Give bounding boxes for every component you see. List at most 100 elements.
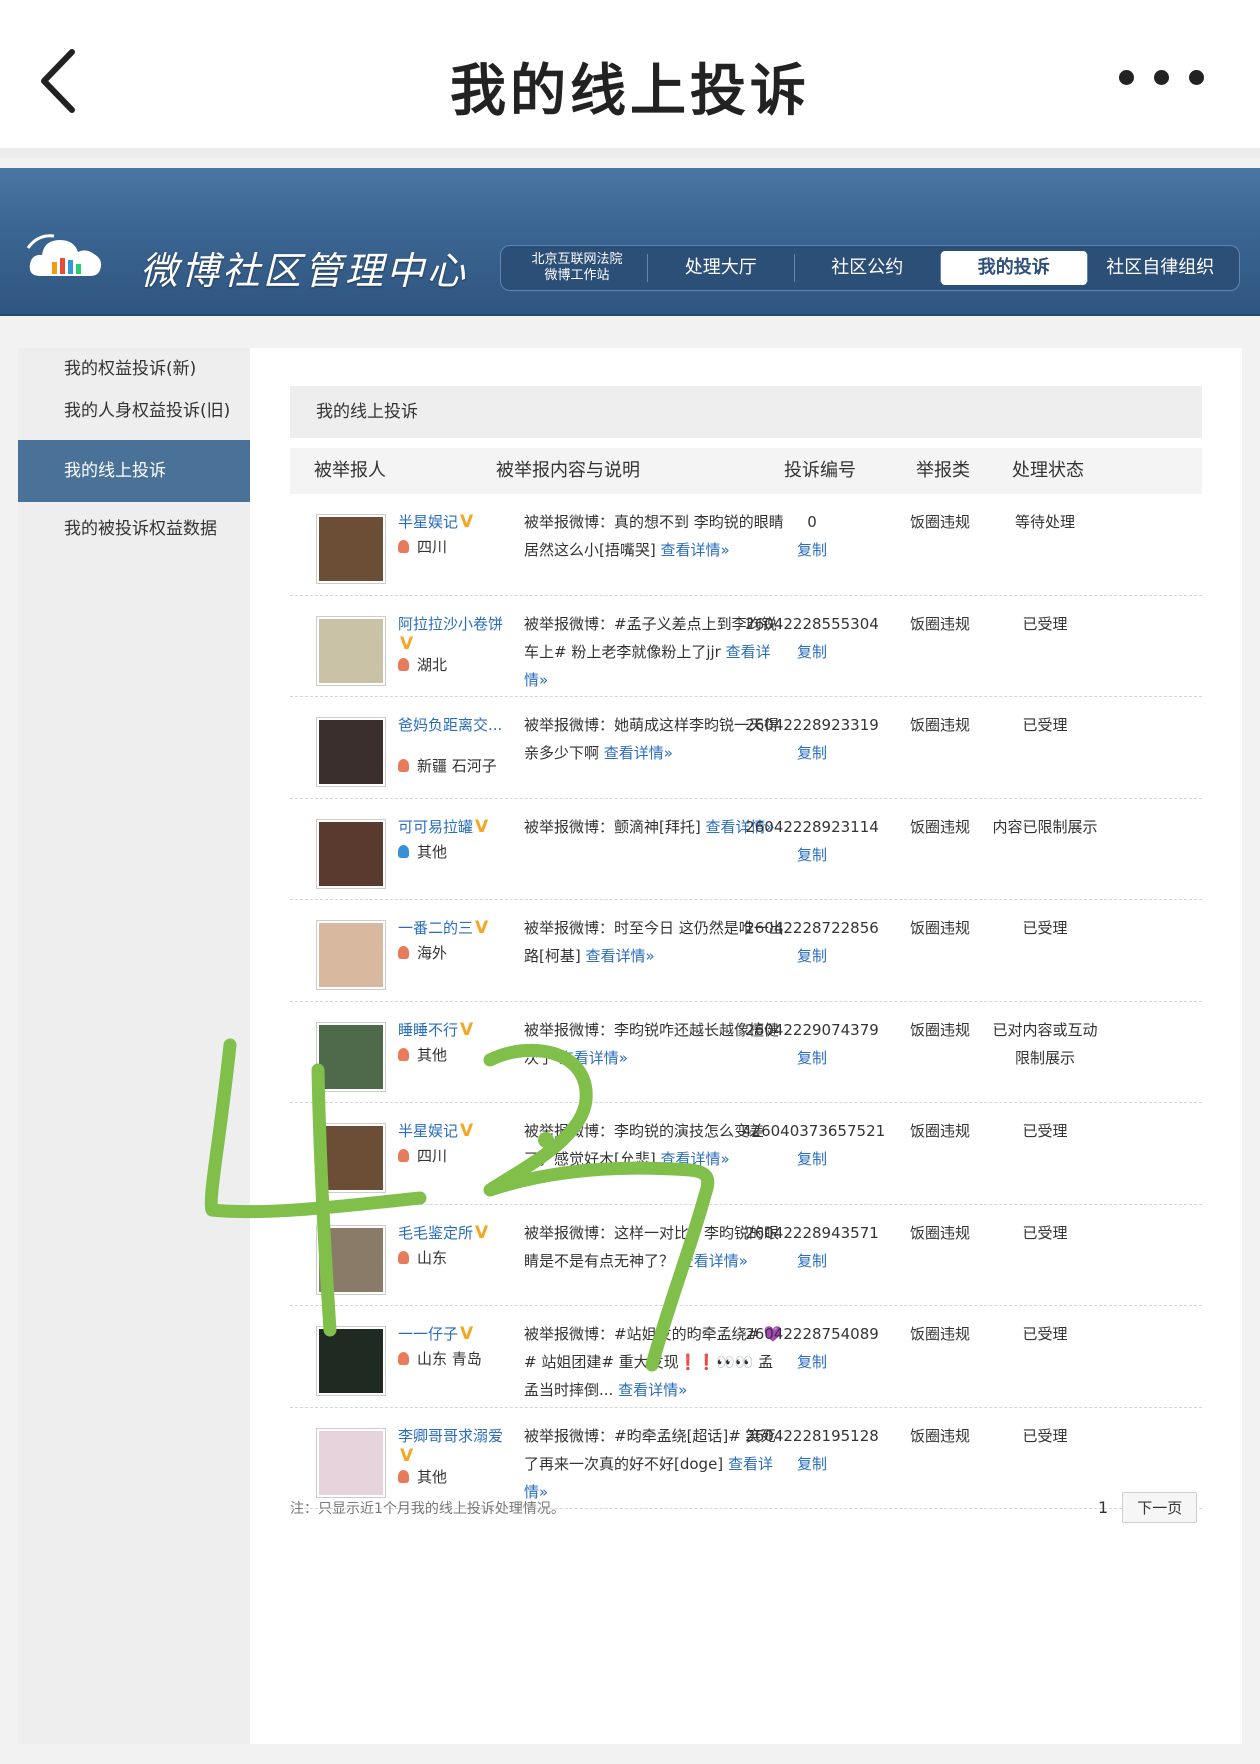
nav-court-link[interactable]: 北京互联网法院 微博工作站 (507, 252, 647, 284)
table-row: 半星娱记 V 四川 被举报微博：真的想不到 李昀锐的眼睛居然这么小[捂嘴哭] 查看详情… (290, 494, 1202, 596)
process-status: 已对内容或互动限制展示 (992, 1020, 1098, 1067)
user-name-text: 一一仔子 (398, 1325, 459, 1343)
nav-convention[interactable]: 社区公约 (795, 251, 941, 285)
report-type: 饭圈违规 (909, 716, 970, 734)
description-text: 被举报微博：颤滴神[拜托] (524, 817, 701, 836)
copy-id-link[interactable]: 复制 (742, 536, 882, 564)
copy-id-link[interactable]: 复制 (742, 1450, 882, 1478)
user-avatar[interactable] (316, 615, 386, 686)
user-avatar[interactable] (316, 1326, 386, 1396)
location-text: 其他 (417, 1467, 448, 1486)
female-user-icon (398, 540, 409, 553)
col-report-type: 举报类 (916, 460, 970, 481)
user-name-text: 李卿哥哥求溺爱 (398, 1426, 504, 1445)
location-text: 海外 (417, 944, 448, 962)
table-row: 一番二的三 V 海外 被举报微博：时至今日 这仍然是唯一出路[柯基] 查看详情» 260… (290, 900, 1202, 1002)
reported-user-name[interactable]: 李卿哥哥求溺爱V (398, 1426, 510, 1466)
user-avatar[interactable] (316, 1224, 386, 1295)
section-heading: 我的线上投诉 (290, 386, 1202, 438)
reported-user-name[interactable]: 阿拉拉沙小卷饼V (398, 614, 510, 654)
nav-hall[interactable]: 处理大厅 (648, 251, 794, 285)
reported-user-name[interactable]: 可可易拉罐 V (398, 817, 510, 837)
female-user-icon (398, 1250, 409, 1264)
user-avatar[interactable] (316, 1123, 386, 1193)
reported-user-name[interactable]: 爸妈负距离交... (398, 715, 510, 735)
sidebar: 我的权益投诉(新) 我的人身权益投诉(旧) 我的线上投诉 我的被投诉权益数据 (18, 348, 250, 1744)
user-avatar[interactable] (316, 717, 386, 787)
view-details-link[interactable]: 查看详情» (604, 744, 673, 762)
user-avatar[interactable] (316, 818, 386, 889)
view-details-link[interactable]: 查看详情» (679, 1252, 748, 1270)
verified-v-icon: V (460, 512, 474, 532)
user-avatar[interactable] (316, 1021, 386, 1092)
report-type: 饭圈违规 (909, 1426, 970, 1445)
reported-user-name[interactable]: 毛毛鉴定所 V (398, 1223, 510, 1243)
process-status: 已受理 (1022, 716, 1068, 734)
copy-id-link[interactable]: 复制 (742, 739, 882, 767)
view-details-link[interactable]: 查看详情» (661, 1150, 730, 1168)
pagination: 1 下一页 (1098, 1492, 1198, 1523)
location-text: 其他 (417, 842, 448, 861)
more-options-icon[interactable] (1119, 70, 1204, 85)
copy-id-link[interactable]: 复制 (742, 841, 882, 869)
view-details-link[interactable]: 查看详情» (559, 1049, 628, 1067)
user-location: 其他 (398, 841, 447, 862)
table-row: 半星娱记 V 四川 被举报微博：李昀锐的演技怎么变差了，感觉好木[允悲] 查看详情» 4… (290, 1103, 1202, 1205)
user-avatar[interactable] (316, 1427, 386, 1498)
female-user-icon (398, 1047, 409, 1061)
sidebar-item-online-complaints[interactable]: 我的线上投诉 (18, 440, 250, 502)
copy-id-link[interactable]: 复制 (742, 1348, 882, 1376)
complaint-id: 426040373657521 (742, 1122, 886, 1140)
copy-id-link[interactable]: 复制 (742, 1247, 882, 1275)
user-avatar[interactable] (316, 920, 386, 990)
cloud-logo-icon (26, 234, 102, 276)
user-location: 四川 (398, 536, 447, 557)
user-name-text: 睡睡不行 (398, 1020, 459, 1039)
female-user-icon (398, 1352, 409, 1365)
banner-title: 微博社区管理中心 (140, 249, 469, 293)
user-location: 其他 (398, 1044, 447, 1065)
verified-v-icon: V (475, 918, 489, 938)
view-details-link[interactable]: 查看详情» (586, 947, 655, 965)
next-page-button[interactable]: 下一页 (1122, 1492, 1198, 1523)
nav-court-line1: 北京互联网法院 (531, 252, 623, 267)
report-type: 饭圈违规 (909, 513, 970, 531)
process-status: 内容已限制展示 (992, 817, 1098, 836)
report-type: 饭圈违规 (909, 919, 970, 937)
location-text: 山东 青岛 (417, 1350, 482, 1368)
user-name-text: 半星娱记 (398, 513, 459, 531)
copy-id-link[interactable]: 复制 (742, 1044, 882, 1072)
report-type: 饭圈违规 (909, 1122, 970, 1140)
reported-user-name[interactable]: 睡睡不行 V (398, 1020, 510, 1040)
reported-user-name[interactable]: 半星娱记 V (398, 1121, 510, 1141)
main-panel: 我的权益投诉(新) 我的人身权益投诉(旧) 我的线上投诉 我的被投诉权益数据 我… (18, 348, 1242, 1744)
female-user-icon (398, 1469, 409, 1483)
reported-user-name[interactable]: 一一仔子 V (398, 1324, 510, 1344)
sidebar-item-complained-data[interactable]: 我的被投诉权益数据 (18, 498, 250, 560)
view-details-link[interactable]: 查看详情» (661, 541, 730, 559)
complaint-id: 26042228195128 (745, 1426, 879, 1445)
user-location: 海外 (398, 942, 447, 963)
user-location: 四川 (398, 1145, 447, 1166)
sidebar-item-rights-old[interactable]: 我的人身权益投诉(旧) (18, 384, 250, 438)
nav-my-complaints[interactable]: 我的投诉 (941, 251, 1087, 285)
user-avatar[interactable] (316, 514, 386, 584)
reported-user-name[interactable]: 一番二的三 V (398, 918, 510, 938)
col-complaint-id: 投诉编号 (784, 460, 856, 481)
complaint-id: 26042228555304 (745, 614, 879, 633)
copy-id-link[interactable]: 复制 (742, 942, 882, 970)
table-row: 一一仔子 V 山东 青岛 被举报微博：#站姐发的昀牵孟绕# 💜# 站姐团建# 重大发现… (290, 1306, 1202, 1408)
user-name-text: 阿拉拉沙小卷饼 (398, 614, 504, 633)
verified-v-icon: V (400, 1445, 414, 1466)
page-number[interactable]: 1 (1098, 1498, 1108, 1517)
copy-id-link[interactable]: 复制 (742, 1145, 882, 1173)
user-name-text: 可可易拉罐 (398, 817, 474, 836)
reported-user-name[interactable]: 半星娱记 V (398, 512, 510, 532)
report-type: 饭圈违规 (909, 817, 970, 836)
page-title: 我的线上投诉 (450, 59, 810, 124)
view-details-link[interactable]: 查看详情» (618, 1381, 687, 1399)
col-reported-user: 被举报人 (314, 460, 386, 481)
nav-self-regulation[interactable]: 社区自律组织 (1088, 251, 1234, 285)
copy-id-link[interactable]: 复制 (742, 638, 882, 666)
table-row: 李卿哥哥求溺爱V 其他 被举报微博：#昀牵孟绕[超话]# 笑死了再来一次真的好不好[… (290, 1408, 1202, 1509)
